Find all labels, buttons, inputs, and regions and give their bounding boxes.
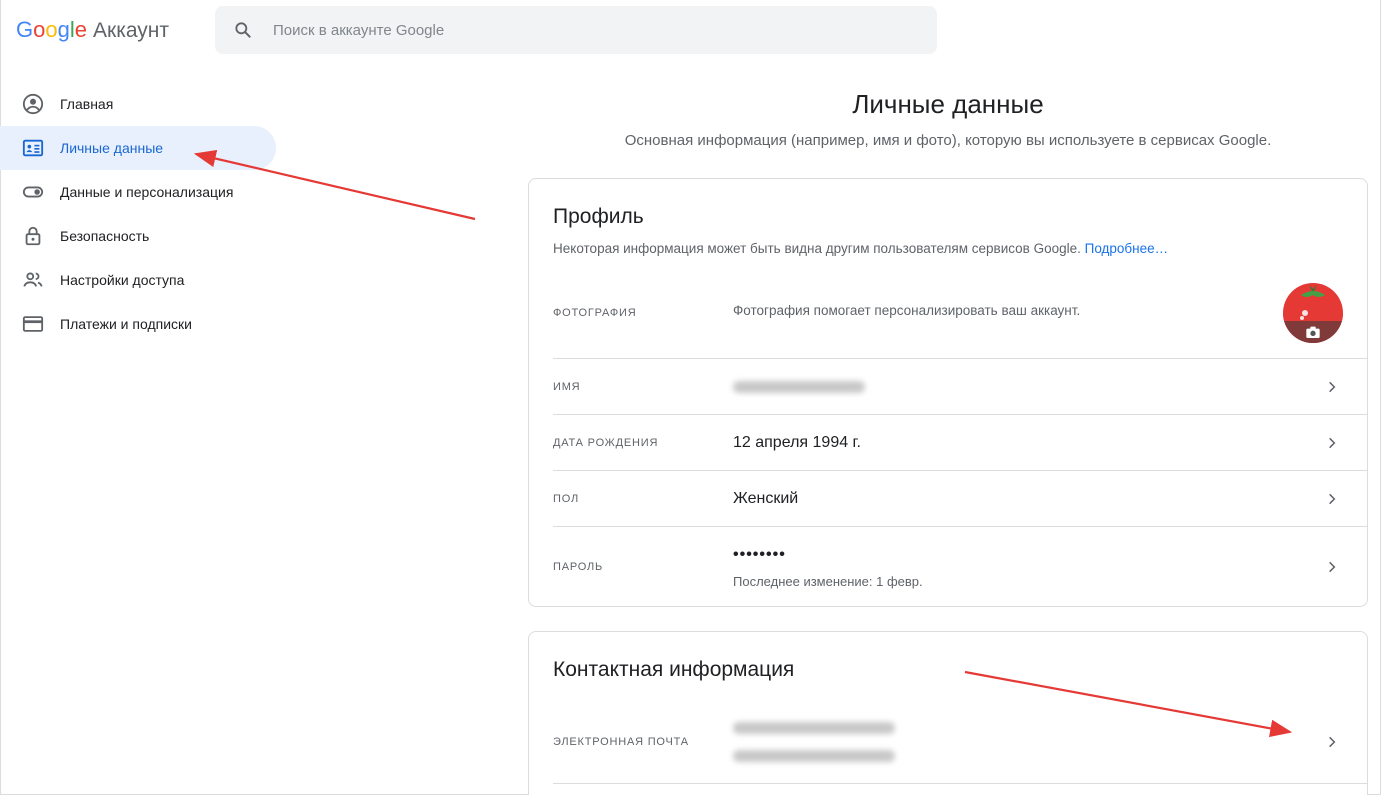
chevron-right-icon	[1329, 381, 1336, 392]
credit-card-icon	[22, 313, 44, 335]
row-label: Пароль	[553, 561, 604, 573]
row-label: Дата рождения	[553, 436, 659, 449]
sidebar-item-sharing[interactable]: Настройки доступа	[0, 258, 276, 302]
sidebar-item-label: Главная	[60, 96, 114, 112]
email-redacted	[733, 722, 895, 734]
profile-card: Профиль Некоторая информация может быть …	[528, 178, 1368, 607]
password-row[interactable]: Пароль •••••••• Последнее изменение: 1 ф…	[553, 527, 1367, 607]
divider	[553, 783, 1367, 784]
chevron-right-icon	[1329, 437, 1336, 448]
account-circle-icon	[22, 93, 44, 115]
email-row[interactable]: Электронная почта	[553, 706, 1367, 778]
search-icon[interactable]	[233, 20, 253, 40]
search-bar[interactable]	[215, 6, 937, 54]
row-value: 12 апреля 1994 г.	[733, 433, 861, 451]
row-value: Фотография помогает персонализировать ва…	[733, 303, 1081, 318]
sidebar-item-security[interactable]: Безопасность	[0, 214, 276, 258]
logo-letter: e	[74, 17, 88, 42]
camera-icon	[1306, 326, 1320, 338]
sidebar-item-label: Личные данные	[60, 140, 164, 156]
sidebar-item-payments[interactable]: Платежи и подписки	[0, 302, 276, 346]
email-redacted	[733, 750, 895, 762]
gender-row[interactable]: Пол Женский	[553, 471, 1367, 526]
row-label: Фотография	[553, 307, 637, 319]
row-label: Имя	[553, 380, 581, 393]
people-icon	[22, 269, 44, 291]
sidebar-item-home[interactable]: Главная	[0, 82, 276, 126]
sidebar-nav: Главная Личные данные Данные и персонали…	[0, 82, 276, 346]
logo-letter: o	[45, 17, 58, 42]
name-row[interactable]: Имя	[553, 359, 1367, 414]
product-name: Аккаунт	[93, 19, 170, 42]
card-description-text: Некоторая информация может быть видна др…	[553, 241, 1081, 256]
search-input[interactable]	[273, 21, 873, 39]
logo-letter: G	[16, 17, 34, 42]
card-title: Контактная информация	[553, 658, 795, 681]
camera-overlay[interactable]	[1283, 321, 1343, 343]
contact-card: Контактная информация Электронная почта	[528, 631, 1368, 795]
sidebar-item-label: Данные и персонализация	[60, 184, 234, 200]
row-value: Женский	[733, 489, 799, 507]
logo-letter: g	[57, 17, 70, 42]
chevron-right-icon	[1329, 736, 1336, 748]
page-title: Личные данные	[852, 89, 1044, 119]
name-redacted	[733, 380, 865, 393]
sidebar-item-label: Безопасность	[60, 228, 150, 244]
logo-letter: o	[33, 17, 46, 42]
avatar[interactable]	[1283, 283, 1343, 343]
id-card-icon	[22, 137, 44, 159]
birthday-row[interactable]: Дата рождения 12 апреля 1994 г.	[553, 415, 1367, 470]
row-label: Электронная почта	[553, 736, 689, 748]
sidebar-item-data-personalization[interactable]: Данные и персонализация	[0, 170, 276, 214]
sidebar-item-personal-info[interactable]: Личные данные	[0, 126, 276, 170]
sidebar-item-label: Платежи и подписки	[60, 316, 192, 332]
password-last-changed: Последнее изменение: 1 февр.	[733, 573, 923, 589]
chevron-right-icon	[1329, 561, 1336, 573]
password-value-group: •••••••• Последнее изменение: 1 февр.	[733, 546, 923, 589]
row-label: Пол	[553, 492, 579, 505]
photo-row[interactable]: Фотография Фотография помогает персонали…	[553, 291, 1367, 335]
email-values	[733, 722, 895, 762]
password-mask: ••••••••	[733, 545, 786, 563]
card-title: Профиль	[553, 205, 644, 228]
sidebar-item-label: Настройки доступа	[60, 272, 185, 288]
google-account-logo[interactable]: Google Аккаунт	[16, 17, 169, 43]
page-subtitle: Основная информация (например, имя и фот…	[624, 132, 1272, 149]
learn-more-link[interactable]: Подробнее…	[1085, 241, 1169, 256]
lock-icon	[22, 225, 44, 247]
chevron-right-icon	[1329, 493, 1336, 504]
card-description: Некоторая информация может быть видна др…	[553, 241, 1168, 256]
toggle-icon	[22, 181, 44, 203]
